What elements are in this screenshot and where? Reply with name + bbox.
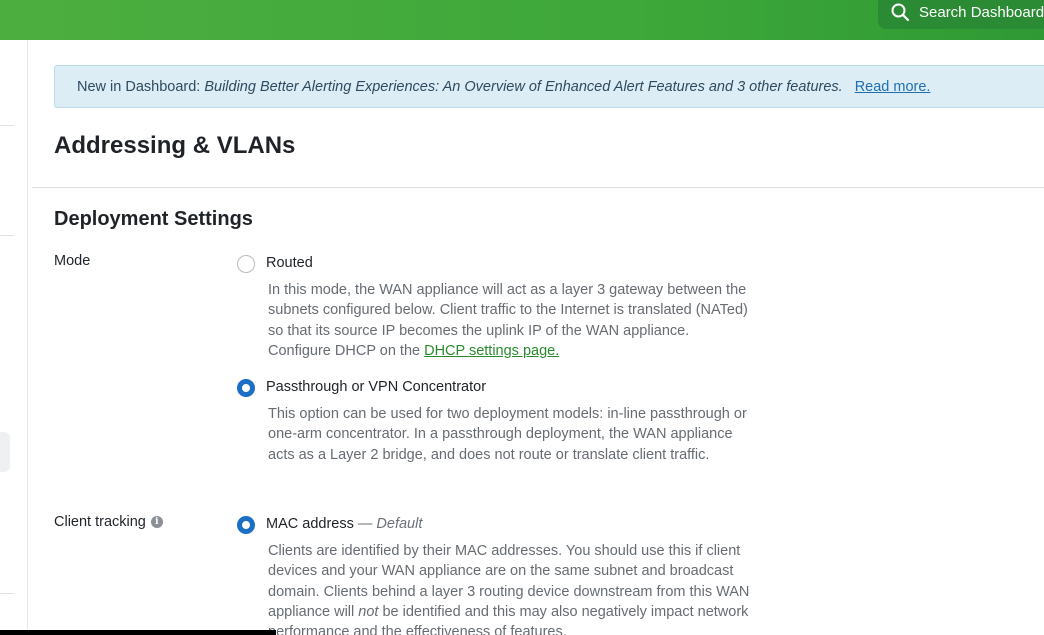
passthrough-option-label[interactable]: Passthrough or VPN Concentrator — [266, 379, 486, 395]
desc-line: This option can be used for two deployme… — [268, 406, 747, 422]
title-divider — [32, 187, 1044, 188]
sidebar-divider — [0, 593, 14, 594]
desc-line: appliance will not be identified and thi… — [268, 602, 788, 622]
mode-label: Mode — [54, 253, 90, 269]
routed-option-label[interactable]: Routed — [266, 255, 313, 271]
desc-line: devices and your WAN appliance are on th… — [268, 563, 734, 580]
sidebar-tab[interactable] — [0, 432, 10, 472]
routed-radio[interactable] — [237, 255, 255, 273]
dhcp-settings-link[interactable]: DHCP settings page. — [424, 343, 559, 359]
desc-line: performance and the effectiveness of fea… — [268, 624, 567, 635]
desc-emphasis: not — [358, 603, 379, 620]
client-tracking-label-text: Client tracking — [54, 514, 146, 530]
section-title: Deployment Settings — [54, 208, 253, 230]
desc-text: Configure DHCP on the — [268, 342, 421, 359]
left-sidebar — [0, 40, 28, 635]
desc-text: be identified and this may also negative… — [382, 603, 749, 620]
sidebar-divider — [0, 235, 14, 236]
mode-label-text: Mode — [54, 253, 91, 269]
desc-line: In this mode, the WAN appliance will act… — [268, 282, 747, 298]
search-icon — [891, 3, 910, 21]
sidebar-divider — [0, 125, 14, 126]
read-more-link[interactable]: Read more. — [855, 79, 931, 95]
page-title: Addressing & VLANs — [54, 132, 296, 159]
top-bar: Search Dashboard — [0, 0, 1044, 40]
desc-line: so that its source IP becomes the uplink… — [268, 322, 690, 339]
passthrough-description: This option can be used for two deployme… — [268, 404, 788, 465]
search-input[interactable]: Search Dashboard — [919, 4, 1044, 21]
desc-line: one-arm concentrator. In a passthrough d… — [268, 426, 733, 443]
desc-line: Clients are identified by their MAC addr… — [268, 543, 741, 559]
desc-line: acts as a Layer 2 bridge, and does not r… — [268, 446, 710, 463]
desc-text: appliance will — [268, 603, 355, 620]
bottom-edge-bar — [0, 630, 276, 635]
routed-description: In this mode, the WAN appliance will act… — [268, 280, 788, 361]
desc-line: Configure DHCP on the DHCP settings page… — [268, 341, 788, 361]
passthrough-radio[interactable] — [237, 379, 255, 397]
desc-line: subnets configured below. Client traffic… — [268, 302, 748, 319]
mac-address-radio[interactable] — [237, 516, 255, 534]
option-separator: — — [357, 516, 373, 532]
client-tracking-label: Client tracking i — [54, 514, 163, 530]
mac-address-description: Clients are identified by their MAC addr… — [268, 541, 788, 635]
banner-intro: New in Dashboard: — [77, 78, 201, 95]
default-tag: Default — [376, 516, 423, 532]
search-box[interactable]: Search Dashboard — [878, 0, 1044, 29]
desc-line: domain. Clients behind a layer 3 routing… — [268, 583, 750, 600]
announcement-banner: New in Dashboard: Building Better Alerti… — [54, 65, 1044, 108]
option-label-text: MAC address — [266, 516, 354, 532]
info-icon[interactable]: i — [150, 516, 163, 528]
mac-address-option-label[interactable]: MAC address — Default — [266, 516, 422, 532]
banner-features: Building Better Alerting Experiences: An… — [204, 78, 843, 95]
